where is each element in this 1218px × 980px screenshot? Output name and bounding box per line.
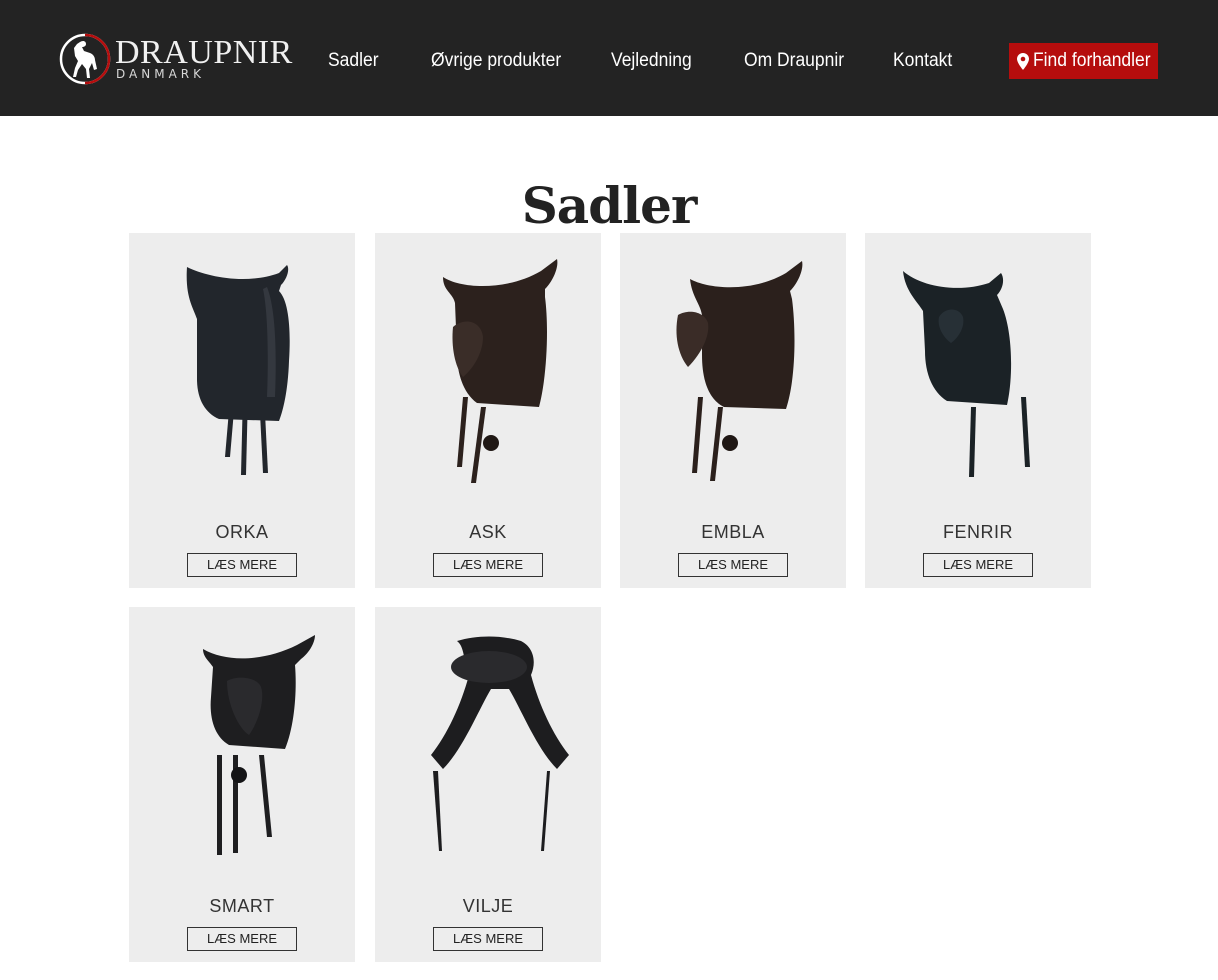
product-name: EMBLA xyxy=(701,522,765,542)
product-name: VILJE xyxy=(462,896,514,916)
rider-logo-icon xyxy=(59,33,111,85)
nav-om-draupnir[interactable]: Om Draupnir xyxy=(744,49,844,73)
nav-kontakt[interactable]: Kontakt xyxy=(893,49,952,73)
product-card-embla[interactable]: EMBLA LÆS MERE xyxy=(620,233,846,588)
brand-title: DRAUPNIR xyxy=(115,34,293,71)
product-card-smart[interactable]: SMART LÆS MERE xyxy=(129,607,355,962)
product-card-ask[interactable]: ASK LÆS MERE xyxy=(375,233,601,588)
find-dealer-button[interactable]: Find forhandler xyxy=(1009,43,1158,79)
read-more-button[interactable]: LÆS MERE xyxy=(187,927,297,951)
nav-vejledning[interactable]: Vejledning xyxy=(611,49,692,73)
brand-logo[interactable]: DRAUPNIR DANMARK xyxy=(58,32,292,86)
saddle-image xyxy=(186,265,290,475)
site-header: DRAUPNIR DANMARK Sadler Øvrige produkter… xyxy=(0,0,1218,116)
page-title: Sadler xyxy=(521,175,698,235)
read-more-button[interactable]: LÆS MERE xyxy=(187,553,297,577)
read-more-button[interactable]: LÆS MERE xyxy=(678,553,788,577)
product-name: ORKA xyxy=(215,522,269,542)
read-more-button[interactable]: LÆS MERE xyxy=(433,553,543,577)
saddle-image xyxy=(203,635,315,855)
find-dealer-label: Find forhandler xyxy=(1032,50,1151,71)
product-card-fenrir[interactable]: FENRIR LÆS MERE xyxy=(865,233,1091,588)
saddle-image xyxy=(903,271,1030,477)
brand-wordmark: DRAUPNIR DANMARK xyxy=(115,34,292,84)
product-card-orka[interactable]: ORKA LÆS MERE xyxy=(129,233,355,588)
product-card-vilje[interactable]: VILJE LÆS MERE xyxy=(375,607,601,962)
map-pin-icon xyxy=(1016,52,1029,70)
product-name: FENRIR xyxy=(943,522,1013,542)
nav-ovrige-produkter[interactable]: Øvrige produkter xyxy=(431,49,561,73)
saddle-image xyxy=(431,636,569,851)
brand-subtitle: DANMARK xyxy=(116,67,205,81)
read-more-button[interactable]: LÆS MERE xyxy=(923,553,1033,577)
product-name: SMART xyxy=(209,896,275,916)
nav-sadler[interactable]: Sadler xyxy=(328,49,379,73)
saddle-image xyxy=(676,261,803,481)
saddle-image xyxy=(443,259,558,483)
read-more-button[interactable]: LÆS MERE xyxy=(433,927,543,951)
product-name: ASK xyxy=(469,522,507,542)
